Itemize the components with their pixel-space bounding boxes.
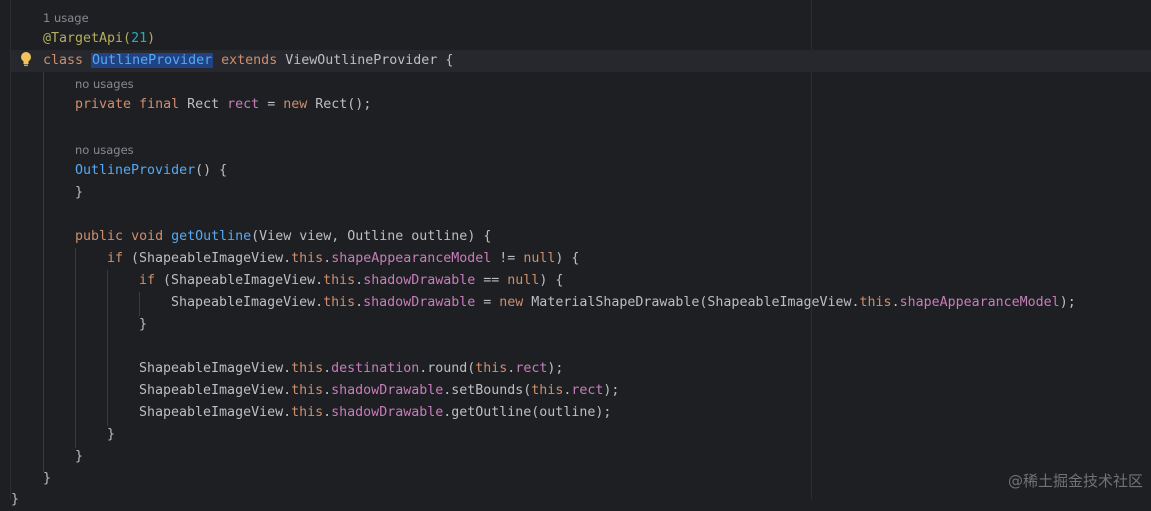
code-editor[interactable]: 1 usage no usages no usages @TargetApi(2… — [0, 0, 1151, 507]
keyword: class — [43, 53, 84, 68]
code-line[interactable]: } — [75, 182, 83, 204]
class-name-selected[interactable]: OutlineProvider — [91, 53, 214, 68]
identifier: . — [323, 251, 332, 266]
field: rect — [515, 361, 548, 376]
identifier: MaterialShapeDrawable(ShapeableImageView… — [523, 295, 860, 310]
keyword: final — [139, 97, 180, 112]
right-margin-guide — [811, 0, 812, 500]
identifier: (ShapeableImageView. — [131, 251, 292, 266]
constructor: OutlineProvider — [75, 163, 196, 178]
code-line[interactable]: ShapeableImageView.this.shadowDrawable.s… — [139, 380, 619, 402]
code-line[interactable]: @TargetApi(21) — [43, 28, 155, 50]
keyword: this — [531, 383, 564, 398]
code-line[interactable]: class OutlineProvider extends ViewOutlin… — [43, 50, 453, 72]
code-line[interactable]: if (ShapeableImageView.this.shadowDrawab… — [139, 270, 563, 292]
field: shadowDrawable — [363, 273, 476, 288]
code-line[interactable]: } — [43, 468, 51, 490]
keyword: this — [323, 295, 356, 310]
code-line[interactable]: if (ShapeableImageView.this.shapeAppeara… — [107, 248, 579, 270]
keyword: private — [75, 97, 132, 112]
usage-hint[interactable]: 1 usage — [43, 11, 89, 25]
code-line[interactable]: } — [139, 314, 147, 336]
field: shapeAppearanceModel — [331, 251, 492, 266]
identifier: ViewOutlineProvider { — [285, 53, 454, 68]
lightbulb-icon[interactable] — [19, 51, 33, 67]
keyword: this — [323, 273, 356, 288]
keyword: null — [507, 273, 540, 288]
annotation-close: ) — [147, 31, 156, 46]
code-line[interactable]: ShapeableImageView.this.destination.roun… — [139, 358, 563, 380]
keyword: this — [291, 251, 324, 266]
type: Rect — [187, 97, 220, 112]
keyword: new — [499, 295, 524, 310]
keyword: extends — [221, 53, 278, 68]
keyword: this — [475, 361, 508, 376]
keyword: this — [859, 295, 892, 310]
identifier: ShapeableImageView. — [171, 295, 324, 310]
indent-guide — [107, 270, 108, 426]
field: shadowDrawable — [331, 383, 444, 398]
keyword: if — [107, 251, 124, 266]
identifier: . — [355, 273, 364, 288]
keyword: this — [291, 405, 324, 420]
code-line[interactable]: private final Rect rect = new Rect(); — [75, 94, 371, 116]
identifier: ) { — [539, 273, 564, 288]
keyword: public — [75, 229, 124, 244]
keyword: void — [131, 229, 164, 244]
keyword: new — [283, 97, 308, 112]
identifier: (ShapeableImageView. — [163, 273, 324, 288]
identifier: . — [355, 295, 364, 310]
number-literal: 21 — [131, 31, 148, 46]
field: destination — [331, 361, 420, 376]
identifier: . — [323, 361, 332, 376]
field: shadowDrawable — [331, 405, 444, 420]
indent-guide — [43, 72, 44, 472]
field: rect — [227, 97, 260, 112]
identifier: () { — [195, 163, 228, 178]
field: rect — [571, 383, 604, 398]
watermark: @稀土掘金技术社区 — [1007, 472, 1143, 490]
field: shapeAppearanceModel — [899, 295, 1060, 310]
indent-guide — [139, 292, 140, 316]
identifier: . — [323, 405, 332, 420]
identifier: ShapeableImageView. — [139, 383, 292, 398]
identifier: . — [323, 383, 332, 398]
usage-hint[interactable]: no usages — [75, 143, 134, 157]
gutter-divider — [10, 0, 11, 500]
keyword: this — [291, 361, 324, 376]
indent-guide — [75, 248, 76, 448]
operator: != — [491, 251, 524, 266]
keyword: null — [523, 251, 556, 266]
identifier: ShapeableImageView. — [139, 405, 292, 420]
code-line[interactable]: ShapeableImageView.this.shadowDrawable.g… — [139, 402, 611, 424]
identifier: ) { — [555, 251, 580, 266]
identifier: (View view, Outline outline) { — [251, 229, 492, 244]
method-name: getOutline — [171, 229, 252, 244]
identifier: ); — [547, 361, 564, 376]
keyword: if — [139, 273, 156, 288]
annotation: @TargetApi( — [43, 31, 132, 46]
identifier: .round( — [419, 361, 476, 376]
identifier: .setBounds( — [443, 383, 532, 398]
code-line[interactable]: public void getOutline(View view, Outlin… — [75, 226, 491, 248]
identifier: ); — [1059, 295, 1076, 310]
code-line[interactable]: } — [107, 424, 115, 446]
operator: = — [267, 97, 276, 112]
code-line[interactable]: } — [75, 446, 83, 468]
identifier: ); — [603, 383, 620, 398]
operator: == — [475, 273, 508, 288]
code-line[interactable]: } — [11, 489, 19, 511]
identifier: . — [891, 295, 900, 310]
identifier: .getOutline(outline); — [443, 405, 612, 420]
keyword: this — [291, 383, 324, 398]
usage-hint[interactable]: no usages — [75, 77, 134, 91]
code-line[interactable]: OutlineProvider() { — [75, 160, 227, 182]
identifier: ShapeableImageView. — [139, 361, 292, 376]
operator: = — [475, 295, 500, 310]
field: shadowDrawable — [363, 295, 476, 310]
identifier: Rect(); — [315, 97, 372, 112]
code-line[interactable]: ShapeableImageView.this.shadowDrawable =… — [171, 292, 1076, 314]
